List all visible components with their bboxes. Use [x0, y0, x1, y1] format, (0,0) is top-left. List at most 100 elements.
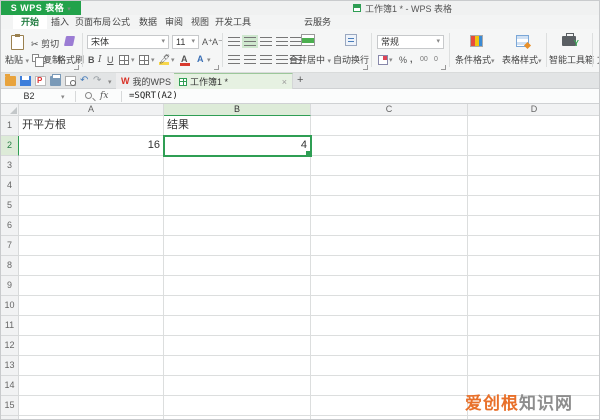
print-icon[interactable]	[50, 74, 61, 86]
menu-tab-4[interactable]: 数据	[135, 15, 161, 29]
cell-C7[interactable]	[311, 236, 468, 256]
menu-tab-3[interactable]: 公式	[108, 15, 134, 29]
open-file-icon[interactable]	[5, 74, 16, 86]
export-pdf-icon[interactable]	[35, 76, 46, 86]
align-bottom-icon[interactable]	[260, 37, 272, 46]
cell-B6[interactable]	[164, 216, 311, 236]
cell-B9[interactable]	[164, 276, 311, 296]
draw-border-icon[interactable]	[139, 55, 149, 65]
row-header-11[interactable]: 11	[1, 316, 19, 336]
row-header-2[interactable]: 2	[1, 136, 19, 156]
font-dialog-launcher[interactable]	[214, 65, 219, 70]
cell-D7[interactable]	[468, 236, 599, 256]
cell-B11[interactable]	[164, 316, 311, 336]
cell-D16[interactable]	[468, 416, 599, 419]
cell-C14[interactable]	[311, 376, 468, 396]
align-middle-icon[interactable]	[244, 37, 256, 46]
cell-C13[interactable]	[311, 356, 468, 376]
cell-A13[interactable]	[19, 356, 164, 376]
menu-tab-1[interactable]: 插入	[47, 15, 73, 29]
row-header-7[interactable]: 7	[1, 236, 19, 256]
cell-C4[interactable]	[311, 176, 468, 196]
cell-D10[interactable]	[468, 296, 599, 316]
row-header-9[interactable]: 9	[1, 276, 19, 296]
cell-B5[interactable]	[164, 196, 311, 216]
conditional-format-button[interactable]: 条件格式▾	[455, 54, 495, 66]
comma-style-button[interactable]: ,	[410, 53, 413, 65]
number-dialog-launcher[interactable]	[441, 65, 446, 70]
cell-A1[interactable]: 开平方根	[19, 116, 164, 136]
cell-D4[interactable]	[468, 176, 599, 196]
quick-access-more-icon[interactable]: ▾	[108, 78, 112, 86]
cell-D6[interactable]	[468, 216, 599, 236]
align-right-icon[interactable]	[260, 55, 272, 64]
row-header-8[interactable]: 8	[1, 256, 19, 276]
row-header-12[interactable]: 12	[1, 336, 19, 356]
cell-B14[interactable]	[164, 376, 311, 396]
row-header-5[interactable]: 5	[1, 196, 19, 216]
cell-B8[interactable]	[164, 256, 311, 276]
column-header-C[interactable]: C	[311, 104, 468, 116]
cell-D8[interactable]	[468, 256, 599, 276]
menu-tab-6[interactable]: 视图	[187, 15, 213, 29]
cell-format-icon[interactable]	[378, 55, 388, 65]
cell-B3[interactable]	[164, 156, 311, 176]
row-header-10[interactable]: 10	[1, 296, 19, 316]
decrease-indent-icon[interactable]	[276, 37, 288, 46]
column-header-A[interactable]: A	[19, 104, 164, 116]
column-header-B[interactable]: B	[164, 104, 311, 116]
new-tab-button[interactable]: +	[297, 74, 303, 86]
smart-toolbox-button[interactable]: 智能工具箱	[549, 54, 594, 66]
format-painter-button[interactable]: 格式刷	[57, 54, 84, 66]
cell-C12[interactable]	[311, 336, 468, 356]
cell-B4[interactable]	[164, 176, 311, 196]
bold-button[interactable]: B	[88, 54, 95, 66]
name-box[interactable]: B2 ▾	[1, 89, 75, 104]
menu-tab-8[interactable]: 云服务	[300, 15, 335, 29]
row-header-14[interactable]: 14	[1, 376, 19, 396]
wps-app-menu-button[interactable]: S WPS 表格 ▾	[1, 1, 81, 15]
row-header-13[interactable]: 13	[1, 356, 19, 376]
cell-D1[interactable]	[468, 116, 599, 136]
cell-B12[interactable]	[164, 336, 311, 356]
chevron-down-icon[interactable]: ▾	[151, 56, 155, 64]
undo-icon[interactable]: ↶	[80, 74, 88, 88]
table-style-button[interactable]: 表格样式▾	[502, 54, 542, 66]
cell-D3[interactable]	[468, 156, 599, 176]
cell-A14[interactable]	[19, 376, 164, 396]
highlight-color-button[interactable]: A	[197, 53, 204, 65]
print-preview-icon[interactable]	[65, 76, 76, 86]
cell-B7[interactable]	[164, 236, 311, 256]
font-name-select[interactable]: 宋体 ▾	[87, 35, 169, 49]
clipboard-dialog-launcher[interactable]	[74, 65, 79, 70]
cell-A6[interactable]	[19, 216, 164, 236]
menu-tab-0[interactable]: 开始	[13, 15, 48, 29]
cell-D13[interactable]	[468, 356, 599, 376]
cell-C3[interactable]	[311, 156, 468, 176]
redo-icon[interactable]: ↷	[93, 74, 101, 88]
increase-decimal-button[interactable]: 00	[420, 54, 428, 66]
decrease-decimal-button[interactable]: 0	[434, 54, 438, 66]
cell-A8[interactable]	[19, 256, 164, 276]
cell-C15[interactable]	[311, 396, 468, 416]
cell-C1[interactable]	[311, 116, 468, 136]
cell-A16[interactable]	[19, 416, 164, 419]
cell-B16[interactable]	[164, 416, 311, 419]
save-icon[interactable]	[20, 76, 31, 86]
justify-icon[interactable]	[276, 55, 288, 64]
row-header-15[interactable]: 15	[1, 396, 19, 416]
cell-D2[interactable]	[468, 136, 599, 156]
cell-C10[interactable]	[311, 296, 468, 316]
cell-A2[interactable]: 16	[19, 136, 164, 156]
alignment-dialog-launcher[interactable]	[363, 65, 368, 70]
row-header-3[interactable]: 3	[1, 156, 19, 176]
percent-style-button[interactable]: %	[399, 54, 407, 66]
cell-A3[interactable]	[19, 156, 164, 176]
cell-C11[interactable]	[311, 316, 468, 336]
chevron-down-icon[interactable]: ▾	[171, 56, 175, 64]
search-icon[interactable]	[85, 92, 92, 99]
formula-input[interactable]: =SQRT(A2)	[129, 89, 178, 104]
cell-C2[interactable]	[311, 136, 468, 156]
cell-A15[interactable]	[19, 396, 164, 416]
row-header-4[interactable]: 4	[1, 176, 19, 196]
